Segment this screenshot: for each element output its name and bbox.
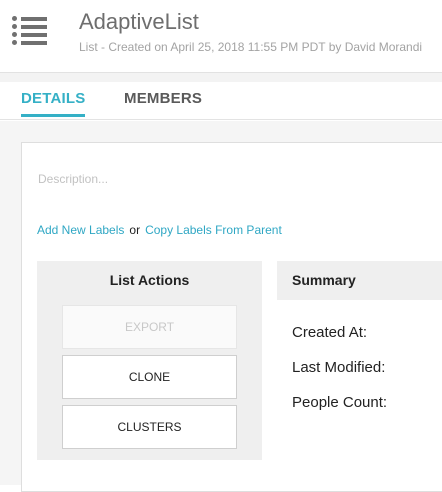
labels-row: Add New Labels or Copy Labels From Parent [37,223,282,237]
page-header: AdaptiveList List - Created on April 25,… [0,0,442,66]
export-button[interactable]: EXPORT [62,305,237,349]
add-new-labels-link[interactable]: Add New Labels [37,223,124,237]
tab-details[interactable]: DETAILS [21,90,86,117]
description-field[interactable]: Description... [38,172,108,186]
people-count-label: People Count: [292,394,388,411]
last-modified-label: Last Modified: [292,359,386,376]
tab-members[interactable]: MEMBERS [124,90,202,107]
clusters-button[interactable]: CLUSTERS [62,405,237,449]
clone-button[interactable]: CLONE [62,355,237,399]
header-divider [0,72,442,82]
page-title: AdaptiveList [79,9,199,34]
list-actions-panel: List Actions EXPORT CLONE CLUSTERS [37,261,262,460]
list-icon[interactable] [12,16,48,46]
copy-labels-from-parent-link[interactable]: Copy Labels From Parent [145,223,282,237]
list-actions-title: List Actions [109,272,190,288]
created-at-label: Created At: [292,324,368,341]
tab-bar: DETAILS MEMBERS [0,82,442,120]
labels-separator: or [129,223,141,237]
summary-title: Summary [292,272,356,288]
page-subtitle: List - Created on April 25, 2018 11:55 P… [79,40,423,54]
summary-header: Summary [277,261,442,300]
